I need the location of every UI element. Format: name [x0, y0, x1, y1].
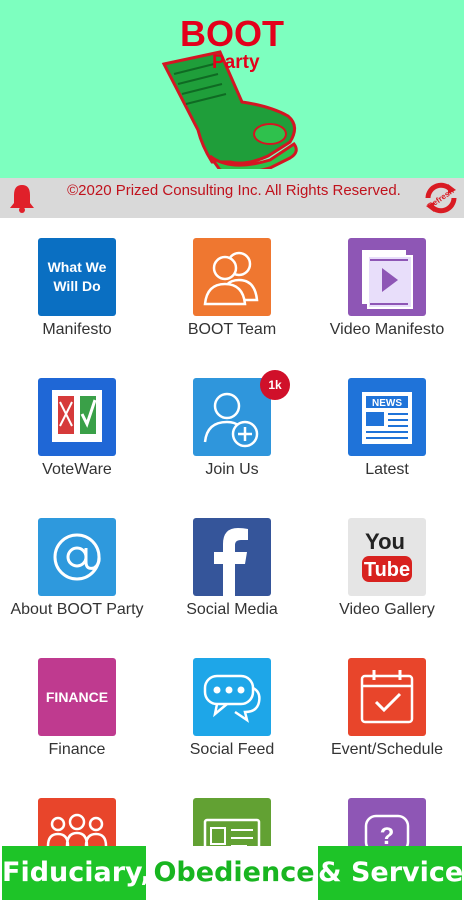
at-sign-icon: [38, 518, 116, 596]
video-document-icon: [348, 238, 426, 316]
tile-label: Video Manifesto: [329, 321, 445, 338]
finance-icon: FINANCE: [38, 658, 116, 736]
slogan-obedience: Obedience: [153, 857, 315, 888]
team-icon: [193, 238, 271, 316]
tile-label: Manifesto: [42, 321, 112, 338]
header-banner: BOOT Party: [0, 0, 464, 178]
copyright-text: ©2020 Prized Consulting Inc. All Rights …: [67, 182, 401, 199]
svg-text:What We: What We: [48, 259, 107, 275]
svg-text:FINANCE: FINANCE: [46, 689, 108, 705]
menu-grid: What We Will Do Manifesto BOOT Team Vide…: [0, 218, 464, 846]
slogan-fiduciary: Fiduciary,: [2, 846, 151, 900]
calendar-icon: [348, 658, 426, 736]
svg-text:NEWS: NEWS: [372, 398, 402, 409]
ballot-icon: [38, 378, 116, 456]
tile-label: Join Us: [205, 461, 259, 478]
slogan-service: & Service: [318, 846, 463, 900]
tile-label: Social Media: [186, 601, 278, 618]
add-user-icon: [193, 378, 271, 456]
svg-text:?: ?: [380, 823, 395, 846]
logo-subtitle: Party: [212, 52, 260, 73]
slogan-footer: Fiduciary, Obedience & Service: [0, 846, 464, 900]
notification-badge: 1k: [260, 370, 290, 400]
tile-label: VoteWare: [42, 461, 112, 478]
logo-title: BOOT: [180, 13, 284, 54]
tile-label: Event/Schedule: [330, 741, 444, 758]
boot-party-logo: BOOT Party: [150, 13, 310, 169]
tile-label: Finance: [48, 741, 106, 758]
news-icon: NEWS: [348, 378, 426, 456]
bell-icon[interactable]: [8, 183, 36, 213]
youtube-icon: You Tube: [348, 518, 426, 596]
chat-bubbles-icon: [193, 658, 271, 736]
tile-label: Social Feed: [189, 741, 275, 758]
status-bar: ©2020 Prized Consulting Inc. All Rights …: [0, 178, 464, 218]
svg-text:You: You: [365, 529, 405, 554]
tile-label: Video Gallery: [339, 601, 435, 618]
manifesto-icon: What We Will Do: [38, 238, 116, 316]
tile-label: About BOOT Party: [10, 601, 144, 618]
id-card-icon: [193, 798, 271, 846]
refresh-icon[interactable]: Refresh: [420, 180, 462, 216]
group-icon: [38, 798, 116, 846]
svg-text:Tube: Tube: [364, 559, 410, 581]
facebook-icon: [193, 518, 271, 596]
tile-label: BOOT Team: [187, 321, 277, 338]
svg-text:Will Do: Will Do: [53, 278, 100, 294]
tile-label: Latest: [365, 461, 409, 478]
help-icon: ?: [348, 798, 426, 846]
